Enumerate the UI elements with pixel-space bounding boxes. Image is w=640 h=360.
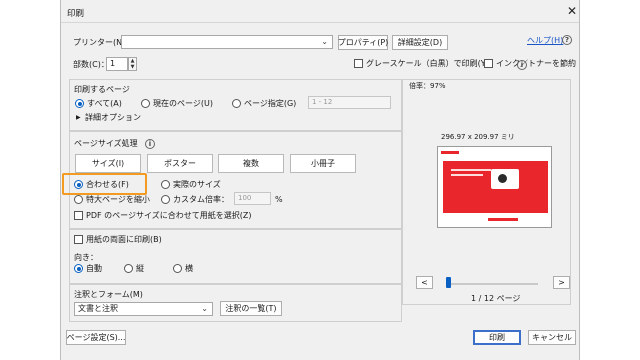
- sizing-heading: ページサイズ処理: [74, 139, 138, 148]
- cancel-button[interactable]: キャンセル: [528, 330, 576, 345]
- page-indicator: 1 / 12 ページ: [471, 294, 521, 303]
- paper-size-label: 296.97 x 209.97 ミリ: [441, 133, 515, 141]
- radio-portrait[interactable]: [124, 264, 133, 273]
- copies-label: 部数(C)：: [73, 60, 109, 69]
- radio-custom-label: カスタム倍率：: [173, 195, 229, 204]
- tab-size[interactable]: サイズ(I): [75, 154, 141, 173]
- pages-heading: 印刷するページ: [74, 85, 130, 94]
- chevron-down-icon: ⌄: [201, 304, 208, 313]
- comments-summary-button[interactable]: 注釈の一覧(T): [220, 301, 282, 316]
- copies-stepper[interactable]: ▲ ▼: [128, 57, 137, 71]
- info-icon[interactable]: i: [145, 139, 155, 149]
- next-page-button[interactable]: >: [553, 276, 570, 289]
- more-options-toggle[interactable]: 詳細オプション: [85, 112, 141, 123]
- radio-portrait-label: 縦: [136, 264, 144, 273]
- pages-panel: 印刷するページ すべて(A) 現在のページ(U) ページ指定(G) 1 - 12…: [69, 79, 402, 131]
- page-range-input[interactable]: 1 - 12: [308, 96, 391, 109]
- printer-value: [122, 36, 125, 45]
- preview-scale: 倍率：97%: [409, 82, 446, 90]
- radio-shrink-label: 特大ページを縮小: [86, 195, 150, 204]
- prev-page-button[interactable]: <: [416, 276, 433, 289]
- radio-range[interactable]: [232, 99, 241, 108]
- radio-shrink[interactable]: [74, 195, 83, 204]
- radio-actual-label: 実際のサイズ: [173, 180, 221, 189]
- info-icon[interactable]: i: [517, 60, 527, 70]
- save-ink-label: インク／トナーを節約: [496, 59, 576, 68]
- comments-value: 文書と注釈: [78, 304, 118, 313]
- radio-range-label: ページ指定(G): [244, 99, 297, 108]
- duplex-panel: 用紙の両面に印刷(B) 向き： 自動 縦 横: [69, 229, 402, 284]
- orientation-heading: 向き：: [74, 253, 98, 262]
- tab-multiple[interactable]: 複数: [218, 154, 284, 173]
- radio-current[interactable]: [141, 99, 150, 108]
- properties-button[interactable]: プロパティ(P): [338, 35, 388, 50]
- copies-input[interactable]: 1: [106, 57, 128, 71]
- radio-auto-label: 自動: [86, 264, 102, 273]
- comments-heading: 注釈とフォーム(M): [74, 290, 143, 299]
- grayscale-label: グレースケール（白黒）で印刷(Y): [366, 59, 489, 68]
- logo-mark: [441, 151, 459, 154]
- title-divider: [61, 22, 579, 23]
- print-button[interactable]: 印刷: [473, 330, 521, 345]
- chevron-down-icon: ⌄: [321, 37, 328, 46]
- duplex-checkbox[interactable]: [74, 235, 83, 244]
- save-ink-checkbox[interactable]: [484, 59, 493, 68]
- paper-source-label: PDF のページサイズに合わせて用紙を選択(Z): [86, 211, 252, 220]
- radio-landscape[interactable]: [173, 264, 182, 273]
- slide-footer-mark: [488, 218, 518, 221]
- grayscale-checkbox[interactable]: [354, 59, 363, 68]
- question-icon[interactable]: ?: [562, 35, 572, 45]
- help-link[interactable]: ヘルプ(H): [527, 35, 563, 46]
- tab-poster[interactable]: ポスター: [147, 154, 213, 173]
- radio-all[interactable]: [75, 99, 84, 108]
- close-icon[interactable]: ✕: [567, 5, 577, 17]
- radio-custom[interactable]: [161, 195, 170, 204]
- print-dialog: 印刷 ✕ プリンター(N)： ⌄ プロパティ(P) 詳細設定(D) ヘルプ(H)…: [60, 0, 580, 360]
- printer-select[interactable]: ⌄: [121, 35, 333, 49]
- page-slider-thumb[interactable]: [446, 277, 451, 288]
- page-preview: [437, 146, 552, 228]
- triangle-right-icon[interactable]: ▶: [76, 112, 81, 123]
- page-slider-track[interactable]: [446, 283, 538, 285]
- radio-landscape-label: 横: [185, 264, 193, 273]
- radio-fit[interactable]: [74, 180, 83, 189]
- slide-text-line: [451, 174, 483, 176]
- slide-avatar: [498, 174, 507, 183]
- sizing-panel: ページサイズ処理 i サイズ(I) ポスター 複数 小冊子 合わせる(F) 実際…: [62, 131, 402, 229]
- radio-all-label: すべて(A): [87, 99, 122, 108]
- paper-source-checkbox[interactable]: [74, 211, 83, 220]
- advanced-button[interactable]: 詳細設定(D): [392, 35, 448, 50]
- comments-panel: 注釈とフォーム(M) 文書と注釈 ⌄ 注釈の一覧(T): [69, 284, 402, 322]
- preview-slide: [443, 161, 548, 213]
- comments-select[interactable]: 文書と注釈 ⌄: [74, 302, 213, 316]
- page-setup-button[interactable]: ページ設定(S)...: [66, 330, 126, 345]
- percent-unit: %: [275, 195, 283, 204]
- duplex-label: 用紙の両面に印刷(B): [86, 235, 162, 244]
- dialog-title: 印刷: [67, 9, 85, 19]
- slide-text-line: [451, 169, 491, 171]
- radio-actual[interactable]: [161, 180, 170, 189]
- custom-scale-input[interactable]: 100: [234, 192, 271, 205]
- preview-panel: 倍率：97% 296.97 x 209.97 ミリ < > 1 / 12 ページ: [402, 79, 571, 305]
- radio-current-label: 現在のページ(U): [153, 99, 213, 108]
- radio-auto[interactable]: [74, 264, 83, 273]
- tab-booklet[interactable]: 小冊子: [290, 154, 356, 173]
- radio-fit-label: 合わせる(F): [86, 180, 129, 189]
